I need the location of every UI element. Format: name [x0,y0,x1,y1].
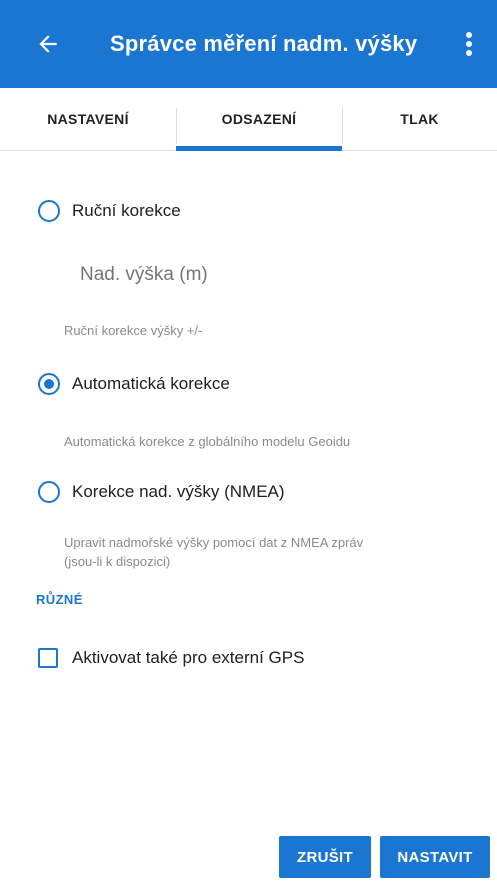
back-button[interactable] [28,24,68,64]
set-button[interactable]: NASTAVIT [380,836,490,878]
tab-indicator [176,146,342,151]
tab-bar: NASTAVENÍ ODSAZENÍ TLAK [0,88,497,151]
option-description: Upravit nadmořské výšky pomocí dat z NME… [64,533,464,571]
altitude-manager-screen: Správce měření nadm. výšky NASTAVENÍ ODS… [0,0,497,887]
option-label: Ruční korekce [72,201,181,220]
arrow-left-icon [39,35,57,53]
cancel-button[interactable]: ZRUŠIT [279,836,371,878]
option-label: Automatická korekce [72,374,230,393]
tab-offset[interactable]: ODSAZENÍ [176,88,342,150]
option-description: Ruční korekce výšky +/- [64,323,203,338]
tab-settings[interactable]: NASTAVENÍ [0,88,176,150]
app-bar: Správce měření nadm. výšky [0,0,497,88]
radio-automatic-correction[interactable]: Automatická korekce [38,366,230,402]
radio-manual-correction[interactable]: Ruční korekce [38,193,181,229]
radio-button-unchecked[interactable] [38,481,60,503]
option-description: Automatická korekce z globálního modelu … [64,434,351,449]
altitude-input[interactable] [80,258,460,292]
section-title: RŮZNÉ [36,592,83,607]
more-vert-icon [466,32,472,56]
radio-nmea-correction[interactable]: Korekce nad. výšky (NMEA) [38,474,285,510]
option-label: Korekce nad. výšky (NMEA) [72,482,285,501]
checkbox-label: Aktivovat také pro externí GPS [72,648,305,667]
option-description-line: Upravit nadmořské výšky pomocí dat z NME… [64,535,364,550]
tab-pressure[interactable]: TLAK [342,88,497,150]
option-description-line: (jsou-li k dispozici) [64,554,171,569]
radio-button-unchecked[interactable] [38,200,60,222]
radio-button-checked[interactable] [38,373,60,395]
checkbox-external-gps[interactable]: Aktivovat také pro externí GPS [38,640,304,676]
checkbox-unchecked[interactable] [38,648,58,668]
page-title: Správce měření nadm. výšky [110,31,418,56]
overflow-menu-button[interactable] [449,24,489,64]
